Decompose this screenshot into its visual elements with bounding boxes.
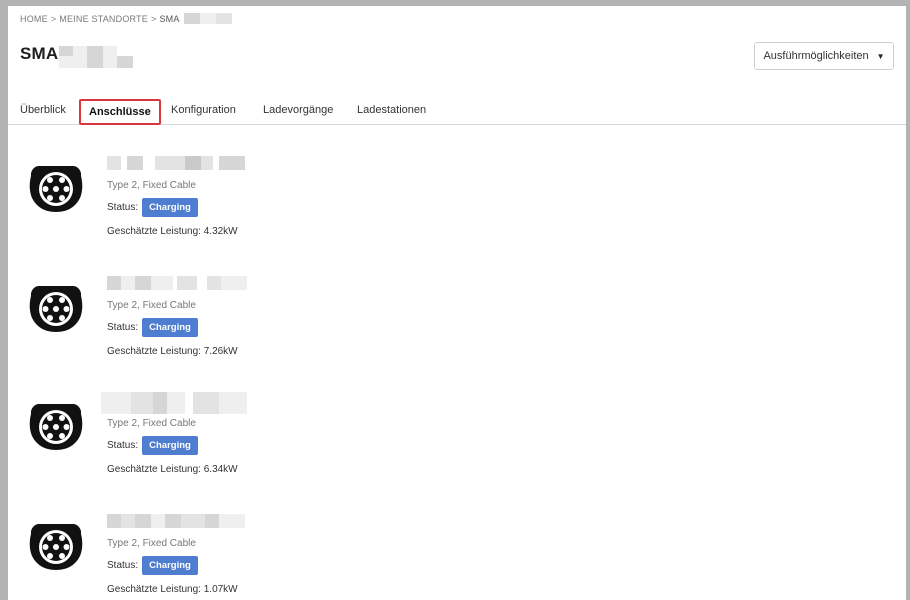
tab-uberblick[interactable]: Überblick [20, 104, 66, 116]
breadcrumb-meine-standorte[interactable]: MEINE STANDORTE [59, 14, 148, 24]
page-title: SMA [20, 44, 59, 63]
status-line: Status: Charging [107, 556, 257, 575]
tab-anschlusse[interactable]: Anschlüsse [79, 99, 161, 125]
redacted-block [183, 13, 200, 24]
status-label: Status: [107, 322, 139, 333]
breadcrumb: HOME > MEINE STANDORTE > SMA [20, 13, 232, 24]
actions-dropdown-label: Ausführmöglichkeiten [763, 50, 869, 62]
status-badge: Charging [142, 436, 198, 455]
window-frame-left [0, 0, 8, 600]
tab-ladevorgange[interactable]: Ladevorgänge [263, 104, 333, 116]
connector-type: Type 2, Fixed Cable [107, 180, 196, 191]
type2-plug-icon [29, 524, 83, 570]
redacted-title [59, 44, 139, 74]
page-title-row: SMA [20, 44, 139, 74]
estimated-power: Geschätzte Leistung: 4.32kW [107, 226, 238, 237]
breadcrumb-current: SMA [159, 13, 180, 24]
status-label: Status: [107, 202, 139, 213]
breadcrumb-separator: > [150, 13, 157, 24]
connector-type: Type 2, Fixed Cable [107, 538, 196, 549]
redacted-block [199, 13, 216, 24]
connector-info: Type 2, Fixed Cable Status: Charging Ges… [107, 514, 257, 595]
tab-ladestationen[interactable]: Ladestationen [357, 104, 426, 116]
breadcrumb-separator: > [50, 13, 57, 24]
status-line: Status: Charging [107, 436, 257, 455]
status-label: Status: [107, 440, 139, 451]
status-label: Status: [107, 560, 139, 571]
type2-plug-icon [29, 404, 83, 450]
window-frame-top [0, 0, 910, 6]
redacted-block [215, 13, 232, 24]
connector-info: Type 2, Fixed Cable Status: Charging Ges… [101, 392, 257, 475]
connector-type: Type 2, Fixed Cable [107, 300, 196, 311]
estimated-power: Geschätzte Leistung: 1.07kW [107, 584, 238, 595]
connector-info: Type 2, Fixed Cable Status: Charging Ges… [107, 156, 257, 237]
redacted-connector-name [107, 276, 257, 290]
connector-info: Type 2, Fixed Cable Status: Charging Ges… [107, 276, 257, 357]
status-line: Status: Charging [107, 198, 257, 217]
redacted-connector-name [107, 514, 257, 528]
type2-plug-icon [29, 286, 83, 332]
status-line: Status: Charging [107, 318, 257, 337]
window-frame-right [906, 0, 910, 600]
caret-down-icon: ▼ [876, 51, 885, 61]
status-badge: Charging [142, 198, 198, 217]
actions-dropdown-button[interactable]: Ausführmöglichkeiten ▼ [754, 42, 894, 70]
tab-bar: Überblick Anschlüsse Konfiguration Ladev… [8, 96, 906, 125]
breadcrumb-home[interactable]: HOME [20, 14, 48, 24]
redacted-connector-name [107, 156, 257, 170]
connector-type: Type 2, Fixed Cable [107, 418, 196, 429]
estimated-power: Geschätzte Leistung: 7.26kW [107, 346, 238, 357]
status-badge: Charging [142, 318, 198, 337]
estimated-power: Geschätzte Leistung: 6.34kW [107, 464, 238, 475]
status-badge: Charging [142, 556, 198, 575]
type2-plug-icon [29, 166, 83, 212]
redacted-connector-name [101, 392, 257, 414]
tab-konfiguration[interactable]: Konfiguration [171, 104, 236, 116]
